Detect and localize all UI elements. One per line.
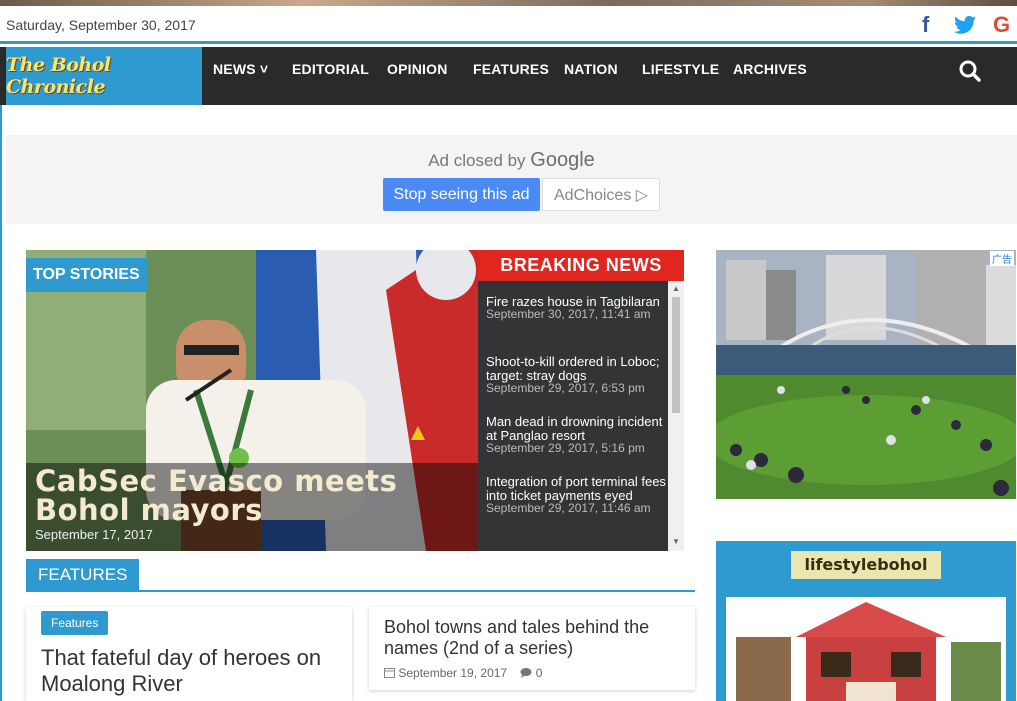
list-item[interactable]: Shoot-to-kill ordered in Loboc; target: … bbox=[486, 355, 666, 395]
breaking-news-date: September 29, 2017, 5:16 pm bbox=[486, 441, 645, 455]
nav-item-nation[interactable]: NATION bbox=[564, 61, 618, 77]
breaking-news-date: September 30, 2017, 11:41 am bbox=[486, 307, 651, 321]
top-stories-label: TOP STORIES bbox=[26, 258, 147, 292]
sidebar-ad[interactable]: 广告 bbox=[716, 250, 1016, 499]
nav-news-label: NEWS bbox=[213, 61, 256, 77]
feature-card-title[interactable]: Bohol towns and tales behind the names (… bbox=[384, 617, 684, 659]
breaking-news-panel: BREAKING NEWS Fire razes house in Tagbil… bbox=[478, 250, 684, 551]
top-ad-placeholder: Ad closed by Google Stop seeing this ad … bbox=[6, 135, 1017, 224]
logo-text: The Bohol Chronicle bbox=[6, 54, 111, 98]
list-item[interactable]: Man dead in drowning incident at Panglao… bbox=[486, 415, 666, 455]
top-story-slider[interactable]: TOP STORIES CabSec Evasco meets Bohol ma… bbox=[26, 250, 478, 551]
nav-item-opinion[interactable]: OPINION bbox=[387, 61, 448, 77]
adchoices-button[interactable]: AdChoices ▷ bbox=[542, 178, 660, 211]
lifestyle-cover-image[interactable] bbox=[726, 597, 1006, 701]
top-bar: Saturday, September 30, 2017 f G bbox=[0, 6, 1017, 44]
search-icon[interactable] bbox=[958, 59, 982, 83]
main-navigation: The Bohol Chronicle NEWS ˅ EDITORIAL OPI… bbox=[0, 47, 1017, 105]
site-logo[interactable]: The Bohol Chronicle bbox=[6, 47, 202, 105]
breaking-news-title[interactable]: Integration of port terminal fees into t… bbox=[486, 475, 666, 503]
breaking-news-label: BREAKING NEWS bbox=[478, 250, 684, 281]
ad-closed-text: Ad closed by Google bbox=[428, 149, 595, 171]
hero-date: September 17, 2017 bbox=[35, 527, 153, 542]
facebook-icon[interactable]: f bbox=[922, 13, 929, 37]
google-wordmark: Google bbox=[530, 149, 595, 171]
breaking-news-title[interactable]: Man dead in drowning incident at Panglao… bbox=[486, 415, 666, 443]
ad-tag[interactable]: 广告 bbox=[990, 251, 1014, 266]
nav-item-news[interactable]: NEWS ˅ bbox=[213, 61, 268, 77]
features-section-header: FEATURES bbox=[26, 559, 695, 592]
hero-headline[interactable]: CabSec Evasco meets Bohol mayors bbox=[35, 467, 475, 525]
calendar-icon bbox=[384, 668, 395, 678]
breaking-news-title[interactable]: Shoot-to-kill ordered in Loboc; target: … bbox=[486, 355, 666, 383]
scroll-down-icon[interactable]: ▼ bbox=[672, 537, 680, 546]
lifestyle-logo-text: lifestylebohol bbox=[804, 555, 928, 574]
chevron-down-icon: ˅ bbox=[259, 61, 269, 77]
stop-seeing-ad-button[interactable]: Stop seeing this ad bbox=[383, 178, 540, 211]
google-plus-icon[interactable]: G bbox=[993, 13, 1010, 37]
features-section-label[interactable]: FEATURES bbox=[26, 559, 140, 590]
hero-caption: CabSec Evasco meets Bohol mayors Septemb… bbox=[26, 463, 478, 551]
lifestyle-bohol-logo[interactable]: lifestylebohol bbox=[791, 551, 941, 579]
nav-item-archives[interactable]: ARCHIVES bbox=[733, 61, 807, 77]
nav-item-lifestyle[interactable]: LIFESTYLE bbox=[642, 61, 719, 77]
breaking-news-scrollbar[interactable]: ▲ ▼ bbox=[668, 281, 684, 551]
nav-item-features[interactable]: FEATURES bbox=[473, 61, 549, 77]
scrollbar-thumb[interactable] bbox=[672, 297, 680, 413]
twitter-icon[interactable] bbox=[954, 13, 976, 40]
feature-card-meta: September 19, 2017 0 bbox=[384, 666, 542, 680]
current-date: Saturday, September 30, 2017 bbox=[6, 17, 196, 33]
breaking-news-date: September 29, 2017, 11:46 am bbox=[486, 501, 651, 515]
list-item[interactable]: Integration of port terminal fees into t… bbox=[486, 475, 666, 515]
sidebar-ad-image bbox=[716, 250, 1016, 499]
nav-item-editorial[interactable]: EDITORIAL bbox=[292, 61, 369, 77]
comment-icon bbox=[520, 668, 532, 678]
feature-card-date[interactable]: September 19, 2017 bbox=[398, 666, 507, 680]
category-badge[interactable]: Features bbox=[41, 611, 109, 635]
lifestyle-bohol-widget[interactable]: lifestylebohol bbox=[716, 541, 1016, 701]
breaking-news-list[interactable]: Fire razes house in Tagbilaran September… bbox=[478, 281, 668, 551]
scroll-up-icon[interactable]: ▲ bbox=[672, 284, 680, 293]
page-left-border bbox=[0, 105, 2, 701]
list-item[interactable]: Fire razes house in Tagbilaran September… bbox=[486, 295, 666, 321]
feature-card-title[interactable]: That fateful day of heroes on Moalong Ri… bbox=[41, 645, 346, 697]
feature-card[interactable]: Bohol towns and tales behind the names (… bbox=[369, 607, 695, 690]
lifestyle-house-image bbox=[726, 597, 1006, 701]
comment-count[interactable]: 0 bbox=[536, 666, 543, 680]
breaking-news-date: September 29, 2017, 6:53 pm bbox=[486, 381, 645, 395]
feature-card[interactable]: Features That fateful day of heroes on M… bbox=[26, 607, 352, 701]
